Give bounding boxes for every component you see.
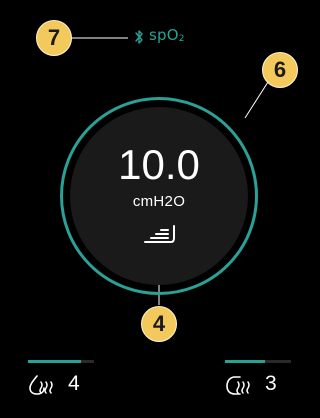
humidifier-level-track: [28, 360, 94, 363]
device-screen: spO2 10.0 cmH2O 4 3 7 6 4: [0, 0, 309, 418]
heated-tube-level: 3: [265, 372, 277, 395]
spo2-label: spO2: [149, 26, 185, 44]
bluetooth-icon: [135, 30, 143, 44]
pressure-value: 10.0: [118, 141, 200, 188]
pressure-unit: cmH2O: [132, 193, 186, 210]
callout-badge-6: 6: [262, 52, 298, 88]
humidifier-level: 4: [68, 372, 80, 395]
humidifier-icon: [29, 375, 53, 395]
status-bar: spO2: [134, 26, 185, 47]
heated-tube-control[interactable]: 3: [225, 354, 305, 404]
humidifier-control[interactable]: 4: [28, 354, 108, 404]
callout-badge-7: 7: [36, 20, 72, 56]
heated-tube-level-track: [225, 360, 291, 363]
humidifier-level-fill: [28, 360, 81, 363]
heated-tube-level-fill: [225, 360, 265, 363]
leader-line-6: [244, 81, 269, 119]
ramp-icon[interactable]: [141, 222, 177, 246]
heated-tube-icon: [226, 376, 250, 395]
callout-badge-4: 4: [141, 306, 177, 342]
